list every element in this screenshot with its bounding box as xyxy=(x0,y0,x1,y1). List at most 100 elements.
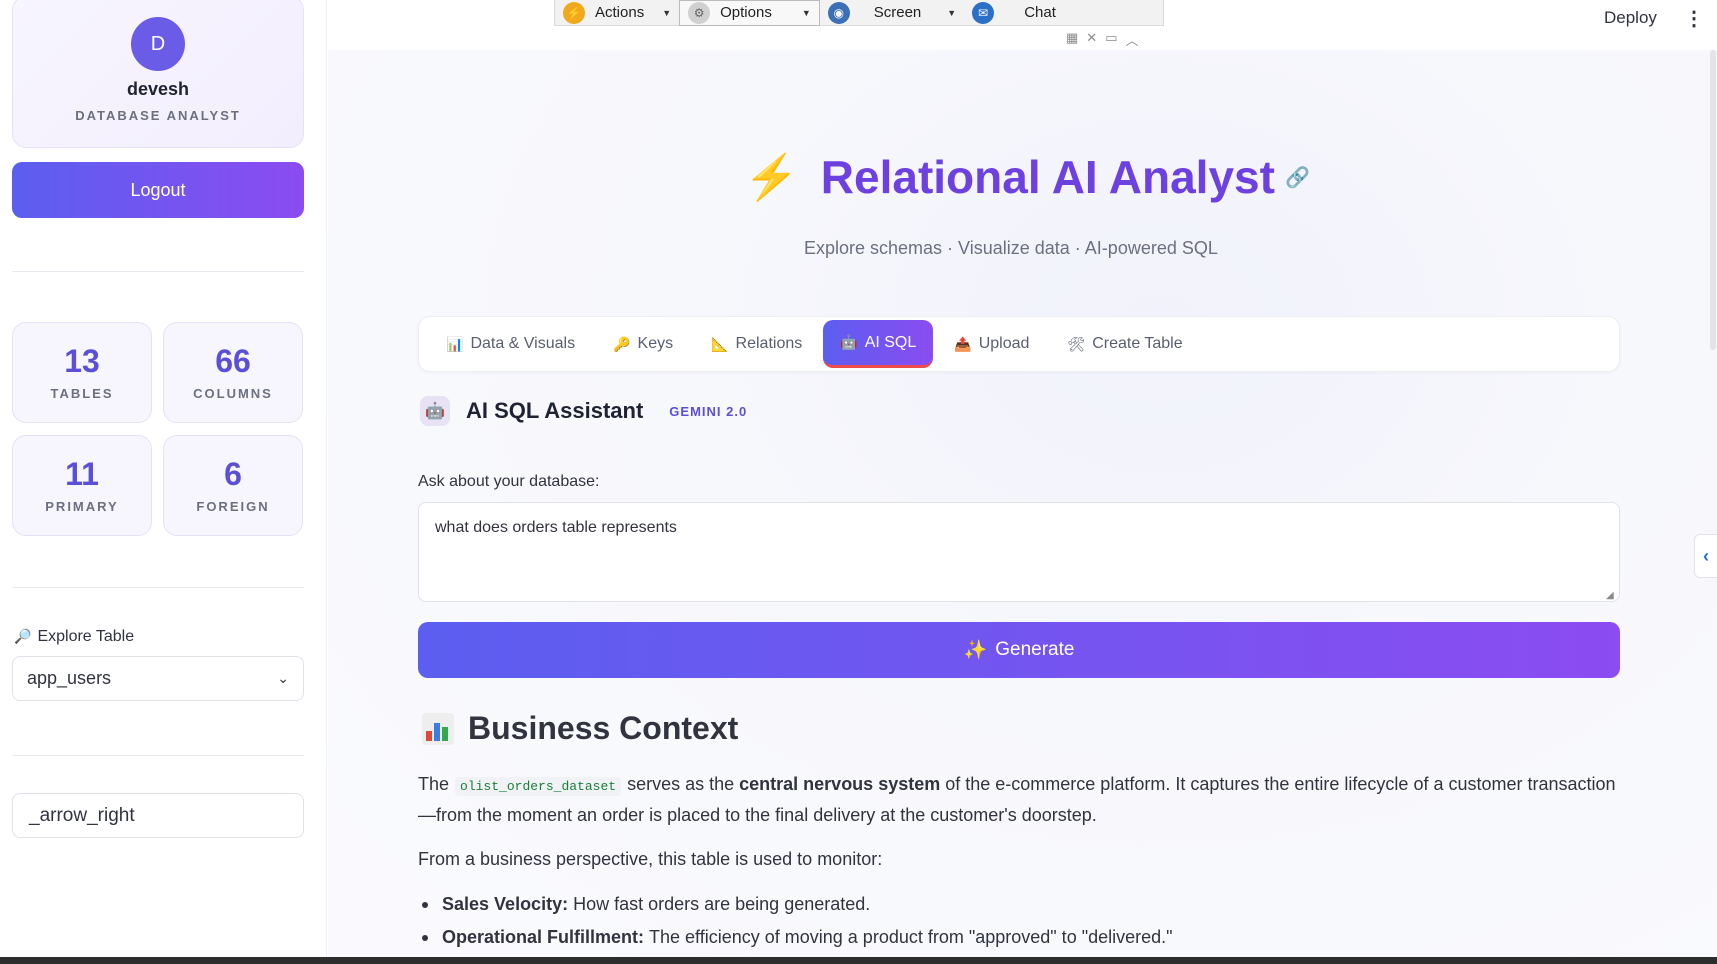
dropdown-arrow-icon: ▼ xyxy=(947,7,957,18)
stat-label: FOREIGN xyxy=(196,499,270,514)
kebab-menu-icon[interactable]: ⋮ xyxy=(1684,6,1704,31)
stat-label: TABLES xyxy=(50,386,114,401)
link-icon[interactable]: 🔗 xyxy=(1285,165,1310,190)
para-text: serves as the xyxy=(627,774,735,794)
avatar: D xyxy=(131,17,185,71)
user-role: DATABASE ANALYST xyxy=(75,108,241,123)
resize-grip-icon[interactable]: ◢ xyxy=(1606,590,1614,601)
tab-label: Upload xyxy=(978,335,1030,352)
bullet-text: The efficiency of moving a product from … xyxy=(649,927,1173,947)
generate-label: Generate xyxy=(995,639,1075,660)
camera-icon: ◉ xyxy=(827,1,850,24)
stat-card-tables: 13 TABLES xyxy=(12,322,152,423)
ask-textarea[interactable]: what does orders table represents xyxy=(418,502,1620,602)
para-text: The xyxy=(418,774,450,794)
sidebar: D devesh DATABASE ANALYST Logout 13 TABL… xyxy=(0,0,327,964)
chevron-left-icon[interactable]: ‹ xyxy=(1694,534,1717,578)
generate-button[interactable]: ✨ Generate xyxy=(418,622,1620,678)
monitor-icon[interactable]: ▭ xyxy=(1105,30,1117,49)
profile-card: D devesh DATABASE ANALYST xyxy=(12,0,304,148)
magnifier-icon: 🔎 xyxy=(14,628,32,644)
grid-icon[interactable]: ▦ xyxy=(1066,30,1078,49)
chat-icon: ✉ xyxy=(972,1,995,24)
sparkles-icon: ✨ xyxy=(963,640,988,661)
bar-chart-icon: 📊 xyxy=(446,335,464,352)
business-context-heading: Business Context xyxy=(422,710,738,747)
list-item: Sales Velocity: How fast orders are bein… xyxy=(422,888,1173,921)
gear-icon: ⚙ xyxy=(688,1,711,24)
stat-card-foreign: 6 FOREIGN xyxy=(163,435,303,536)
upload-icon: 📤 xyxy=(954,335,972,352)
robot-icon: 🤖 xyxy=(420,396,450,426)
sidebar-divider xyxy=(12,271,304,272)
assistant-title: AI SQL Assistant xyxy=(466,398,644,423)
logout-button[interactable]: Logout xyxy=(12,162,304,218)
toolbar-options[interactable]: ⚙ Options ▼ xyxy=(679,0,820,26)
chevron-up-icon[interactable]: ︿ xyxy=(1126,30,1139,49)
tab-bar: 📊 Data & Visuals 🔑 Keys 📐 Relations 🤖 AI SQL… xyxy=(418,316,1620,372)
explore-label-text: Explore Table xyxy=(37,628,135,645)
tab-ai-sql[interactable]: 🤖 AI SQL xyxy=(823,320,934,368)
tab-keys[interactable]: 🔑 Keys xyxy=(596,320,690,368)
bullet-bold: Operational Fulfillment: xyxy=(442,927,645,947)
assistant-header: 🤖 AI SQL Assistant GEMINI 2.0 xyxy=(420,396,747,426)
stat-value: 6 xyxy=(224,456,242,492)
dropdown-arrow-icon: ▼ xyxy=(801,7,811,18)
tab-label: Keys xyxy=(637,335,674,352)
selected-table-value: app_users xyxy=(27,668,112,688)
sidebar-expander[interactable]: _arrow_right xyxy=(12,793,304,838)
expander-text: _arrow_right xyxy=(29,804,135,826)
tab-label: Relations xyxy=(735,335,803,352)
tab-relations[interactable]: 📐 Relations xyxy=(694,320,819,368)
lightning-icon: ⚡ xyxy=(563,1,585,24)
tab-label: Create Table xyxy=(1092,335,1183,352)
tab-create-table[interactable]: 🛠 Create Table xyxy=(1050,320,1199,368)
explore-table-label: 🔎 Explore Table xyxy=(14,628,134,646)
bolt-icon: ⚡ xyxy=(744,153,799,202)
context-paragraph-2: From a business perspective, this table … xyxy=(418,849,883,869)
sidebar-divider xyxy=(12,755,304,756)
toolbar-actions[interactable]: ⚡ Actions ▼ xyxy=(555,0,679,26)
list-item: Operational Fulfillment: The efficiency … xyxy=(422,921,1173,954)
screen-share-toolbar: ⚡ Actions ▼ ⚙ Options ▼ ◉ Screen ▼ ✉ Cha… xyxy=(554,0,1164,26)
dropdown-arrow-icon: ▼ xyxy=(662,7,672,18)
stat-label: COLUMNS xyxy=(193,386,273,401)
chevron-down-icon: ⌄ xyxy=(277,670,289,686)
table-select[interactable]: app_users ⌄ xyxy=(12,656,304,701)
inline-code: olist_orders_dataset xyxy=(455,777,622,796)
context-paragraph-1: The olist_orders_dataset serves as the cen… xyxy=(418,770,1618,830)
scrollbar[interactable] xyxy=(1710,50,1716,350)
toolbar-screen[interactable]: ◉ Screen ▼ xyxy=(820,0,964,26)
robot-icon: 🤖 xyxy=(840,334,858,350)
tab-upload[interactable]: 📤 Upload xyxy=(937,320,1046,368)
toolbar-chat-label: Chat xyxy=(1024,4,1056,21)
context-bullet-list: Sales Velocity: How fast orders are bein… xyxy=(422,888,1173,954)
toolbar-options-label: Options xyxy=(720,4,772,21)
para-bold: central nervous system xyxy=(739,774,941,794)
tab-data-visuals[interactable]: 📊 Data & Visuals xyxy=(429,320,592,368)
tab-label: Data & Visuals xyxy=(470,335,576,352)
username: devesh xyxy=(126,79,190,99)
triangle-ruler-icon: 📐 xyxy=(711,335,729,352)
sidebar-divider xyxy=(12,587,304,588)
business-title-text: Business Context xyxy=(468,710,739,746)
expand-icon[interactable]: ✕ xyxy=(1086,30,1097,49)
bullet-bold: Sales Velocity: xyxy=(442,894,569,914)
toolbar-mini-icons: ▦ ✕ ▭ ︿ xyxy=(1066,30,1139,49)
stat-value: 13 xyxy=(64,343,100,379)
stat-value: 66 xyxy=(215,343,251,379)
taskbar-strip xyxy=(0,957,1717,964)
stat-card-columns: 66 COLUMNS xyxy=(163,322,303,423)
tab-label: AI SQL xyxy=(864,333,917,351)
bullet-text: How fast orders are being generated. xyxy=(573,894,871,914)
bar-chart-icon xyxy=(422,712,454,745)
app-subtitle: Explore schemas · Visualize data · AI-po… xyxy=(804,238,1218,258)
stat-value: 11 xyxy=(65,456,99,492)
toolbar-chat[interactable]: ✉ Chat xyxy=(964,0,1064,26)
deploy-button[interactable]: Deploy xyxy=(1604,8,1657,28)
stat-label: PRIMARY xyxy=(45,499,119,514)
toolbar-actions-label: Actions xyxy=(595,4,645,21)
app-title-text: Relational AI Analyst xyxy=(820,151,1275,203)
model-badge: GEMINI 2.0 xyxy=(669,403,748,419)
app-title: ⚡ Relational AI Analyst 🔗 xyxy=(744,150,1310,204)
